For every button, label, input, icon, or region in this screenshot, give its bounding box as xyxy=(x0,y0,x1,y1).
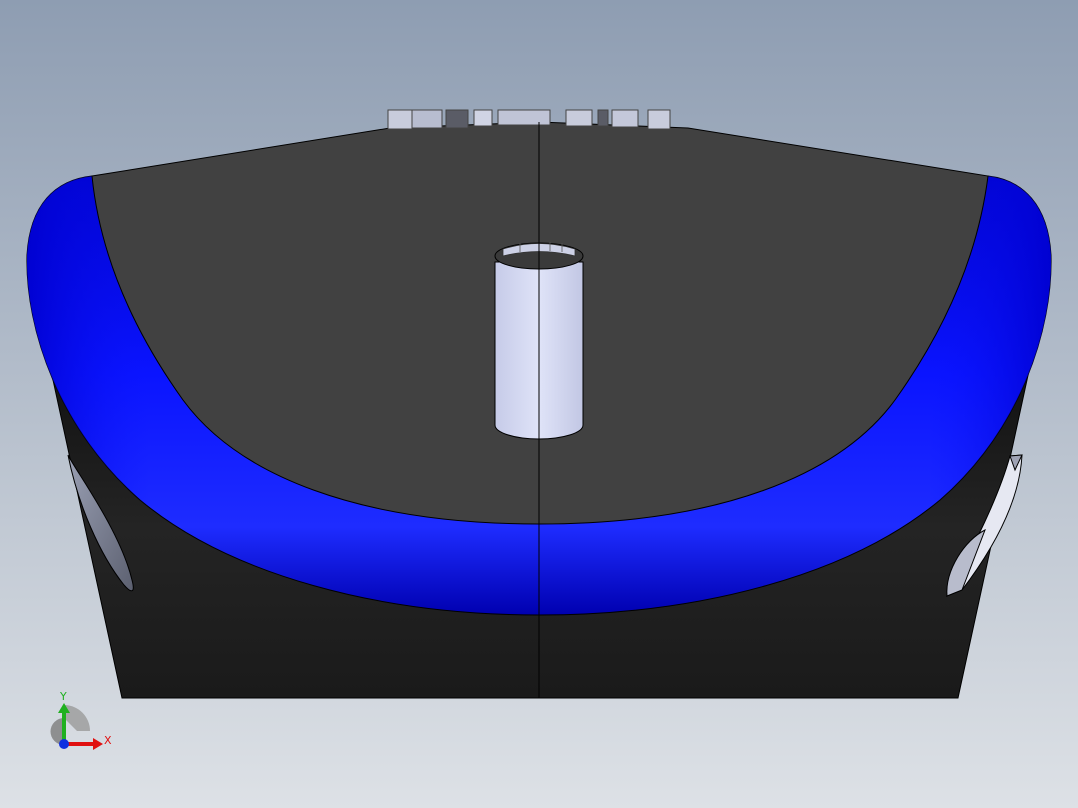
model-view[interactable]: Y X xyxy=(0,0,1078,808)
triad-x-label: X xyxy=(104,734,112,747)
graphics-viewport[interactable]: Y X xyxy=(0,0,1078,808)
triad-z-axis xyxy=(59,739,69,749)
triad-y-label: Y xyxy=(59,690,67,703)
